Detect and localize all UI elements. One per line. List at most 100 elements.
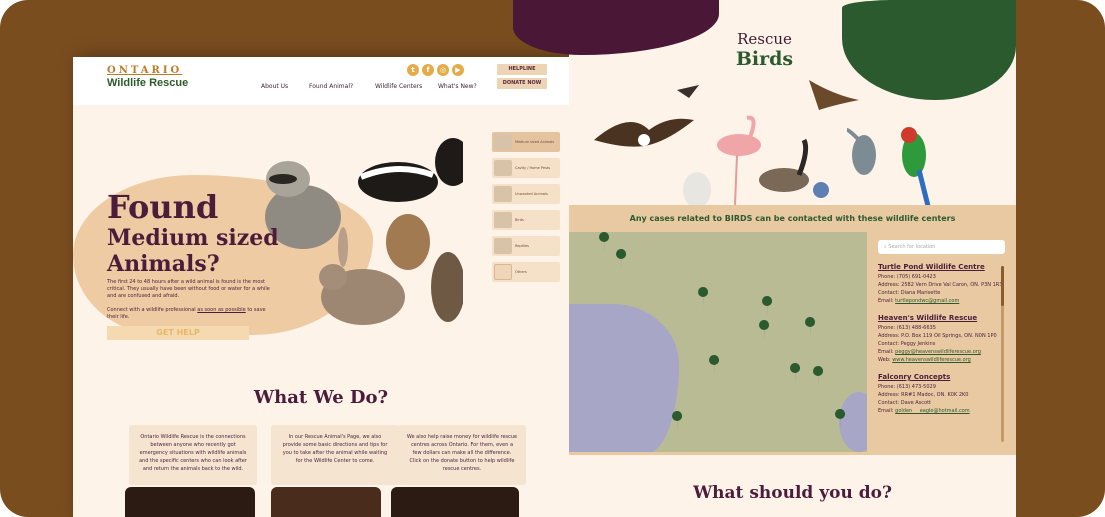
centers-map[interactable] [569,232,867,452]
category-thumb [494,264,512,280]
rescue-heading: Rescue [737,30,792,48]
animal-category-list: Medium sized Animals Cavity / Home Pests… [492,132,560,288]
center-email: Email: golden___eagle@hotmail.com [878,407,1010,415]
centers-section-title: Any cases related to BIRDS can be contac… [629,214,956,223]
logo-ontario[interactable]: ONTARIO [107,65,182,76]
search-placeholder: Search for location [888,244,936,250]
category-thumb [494,134,512,150]
map-pin[interactable] [698,287,709,309]
center-name[interactable]: Falconry Concepts [878,373,1010,381]
email-label: Email: [878,298,896,304]
map-pin[interactable] [790,363,801,385]
birds-heading: Birds [735,48,794,70]
map-pin[interactable] [762,296,773,318]
category-medium-animals[interactable]: Medium sized Animals [492,132,560,152]
hero-subtitle: Medium sized Animals? [107,225,279,277]
nav-about-us[interactable]: About Us [261,83,288,90]
donate-card: We also help raise money for wildlife re… [398,425,526,485]
email-label: Email: [878,408,896,414]
helpline-button[interactable]: HELPLINE [497,64,547,75]
hero-title: Found [107,188,219,226]
map-pin[interactable] [672,411,683,433]
facebook-icon[interactable]: f [422,64,434,76]
center-phone: Phone: (613) 488-6635 [878,325,936,331]
logo-wildlife-rescue[interactable]: Wildlife Rescue [107,77,188,89]
get-help-button[interactable]: GET HELP [107,326,249,340]
photo-strip-1 [125,487,255,517]
category-label: Medium sized Animals [515,140,555,144]
what-should-you-do-heading: What should you do? [693,483,892,503]
map-pin[interactable] [805,317,816,339]
instagram-icon[interactable]: ◎ [437,64,449,76]
center-email: Email: peggy@heavenswildliferescue.org [878,348,1010,356]
category-label: Cavity / Home Pests [515,166,551,170]
map-pin[interactable] [813,366,824,388]
found-animal-page: ONTARIO Wildlife Rescue About Us Found A… [73,57,569,517]
center-address: Address: 2582 Vern Drive Val Caron, ON. … [878,282,1003,288]
center-card: Turtle Pond Wildlife Centre Phone: (705)… [878,263,1010,305]
rescue-birds-page: Rescue Birds Any cases related to BIRDS … [513,0,1016,517]
category-label: Reptiles [515,244,529,248]
center-contact: Contact: Diana Marisette [878,290,941,296]
what-we-do-heading: What We Do? [253,387,389,408]
email-label: Email: [878,349,896,355]
hero-subtitle-line2: Animals? [107,251,220,277]
nav-whats-new[interactable]: What's New? [438,83,477,90]
youtube-icon[interactable]: ▶ [452,64,464,76]
presentation-frame: ONTARIO Wildlife Rescue About Us Found A… [0,0,1105,517]
center-phone: Phone: (705) 691-0423 [878,274,936,280]
location-search-input[interactable]: ⌕ Search for location [878,240,1005,254]
map-pin[interactable] [599,232,610,254]
site-header: ONTARIO Wildlife Rescue About Us Found A… [73,57,569,105]
category-thumb [494,160,512,176]
category-label: Birds [515,218,524,222]
category-label: Others [515,270,527,274]
hero-description: The first 24 to 48 hours after a wild an… [107,279,270,299]
donate-button[interactable]: DONATE NOW [497,78,547,89]
map-pin[interactable] [616,249,627,271]
category-thumb [494,186,512,202]
tips-card: In our Rescue Animal's Page, we also pro… [271,425,399,485]
category-reptiles[interactable]: Reptiles [492,236,560,256]
center-contact: Contact: Peggy Jenkins [878,341,936,347]
email-link[interactable]: golden___eagle@hotmail.com [895,408,970,414]
center-contact: Contact: Dave Ascott [878,400,932,406]
connect-pre: Connect with a wildlife professional [107,307,198,313]
category-birds[interactable]: Birds [492,210,560,230]
category-thumb [494,212,512,228]
map-pin[interactable] [709,355,720,377]
center-phone: Phone: (613) 473-5029 [878,384,936,390]
hero-connect-text: Connect with a wildlife professional as … [107,307,277,321]
web-label: Web: [878,357,893,363]
hero-subtitle-line1: Medium sized [107,225,279,251]
center-name[interactable]: Turtle Pond Wildlife Centre [878,263,1010,271]
asap-link[interactable]: as soon as possible [197,307,245,313]
centers-panel: ⌕ Search for location Turtle Pond Wildli… [874,240,1010,450]
map-pin[interactable] [759,320,770,342]
category-thumb [494,238,512,254]
center-web: Web: www.heavenswildliferescue.org [878,356,1010,364]
twitter-icon[interactable]: t [407,64,419,76]
category-others[interactable]: Others [492,262,560,282]
email-link[interactable]: peggy@heavenswildliferescue.org [895,349,981,355]
center-card: Falconry Concepts Phone: (613) 473-5029 … [878,373,1010,415]
birds-illustration [594,80,932,210]
map-pins [599,232,846,433]
map-pin[interactable] [835,409,846,431]
center-address: Address: RR#1 Madoc, ON. K0K 2K0 [878,392,969,398]
center-email: Email: turtlepondwc@gmail.com [878,297,1010,305]
category-label: Unwanted Animals [515,192,548,196]
web-link[interactable]: www.heavenswildliferescue.org [892,357,971,363]
category-unwanted[interactable]: Unwanted Animals [492,184,560,204]
about-card: Ontario Wildlife Rescue is the connectio… [129,425,257,485]
photo-strip-3 [391,487,519,517]
nav-wildlife-centers[interactable]: Wildlife Centers [375,83,422,90]
nav-found-animal[interactable]: Found Animal? [309,83,353,90]
center-name[interactable]: Heaven's Wildlife Rescue [878,314,1010,322]
email-link[interactable]: turtlepondwc@gmail.com [895,298,959,304]
centers-scroll-thumb[interactable] [1001,266,1004,306]
category-cavity-pests[interactable]: Cavity / Home Pests [492,158,560,178]
center-address: Address: P.O. Box 119 Oil Springs, ON. N… [878,333,997,339]
social-links: t f ◎ ▶ [407,64,464,76]
photo-strip-2 [271,487,381,517]
